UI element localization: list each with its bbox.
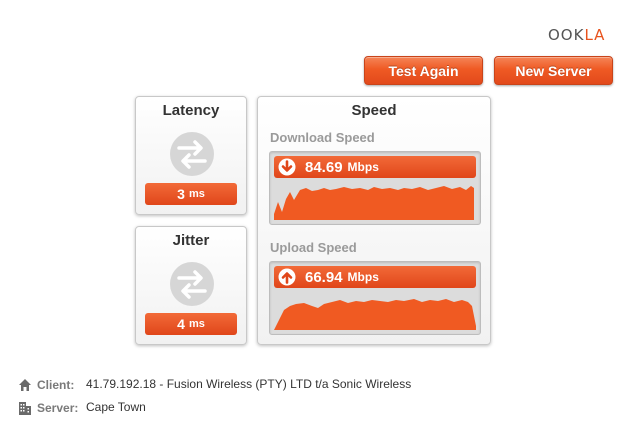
- latency-title: Latency: [162, 102, 220, 119]
- upload-graph: 66.94 Mbps: [269, 261, 481, 335]
- jitter-value-badge: 4 ms: [145, 313, 237, 335]
- upload-speed-graph: [274, 299, 476, 330]
- transfer-arrows-icon: [170, 262, 214, 306]
- jitter-value: 4: [177, 316, 185, 332]
- jitter-unit: ms: [188, 318, 205, 330]
- latency-panel: Latency 3 ms: [135, 96, 247, 215]
- download-unit: Mbps: [347, 160, 379, 174]
- download-speed-badge: 84.69 Mbps: [274, 156, 476, 178]
- home-icon: [19, 379, 31, 391]
- upload-value: 66.94: [305, 268, 343, 286]
- speed-panel: Speed Download Speed 84.69 Mbps Upload S…: [257, 96, 491, 345]
- server-label: Server:: [37, 401, 79, 415]
- ookla-logo: OOKLA: [548, 26, 606, 44]
- client-info: Client: 41.79.192.18 - Fusion Wireless (…: [18, 378, 416, 392]
- client-value: 41.79.192.18 - Fusion Wireless (PTY) LTD…: [86, 378, 412, 392]
- upload-unit: Mbps: [347, 270, 379, 284]
- download-value: 84.69: [305, 158, 343, 176]
- download-speed-graph: [274, 186, 474, 220]
- server-value: Cape Town: [86, 400, 146, 414]
- client-label: Client:: [37, 378, 75, 392]
- jitter-title: Jitter: [172, 232, 210, 249]
- speed-title: Speed: [351, 102, 397, 119]
- latency-value-badge: 3 ms: [145, 183, 237, 205]
- download-label: Download Speed: [270, 130, 375, 145]
- upload-label: Upload Speed: [270, 240, 357, 255]
- jitter-panel: Jitter 4 ms: [135, 226, 247, 345]
- latency-unit: ms: [188, 188, 205, 200]
- upload-arrow-icon: [278, 268, 296, 286]
- download-arrow-icon: [278, 158, 296, 176]
- transfer-arrows-icon: [170, 132, 214, 176]
- building-icon: [19, 402, 31, 415]
- download-graph: 84.69 Mbps: [269, 151, 481, 225]
- upload-speed-badge: 66.94 Mbps: [274, 266, 476, 288]
- new-server-button[interactable]: New Server: [494, 56, 613, 85]
- latency-value: 3: [177, 186, 185, 202]
- server-info: Server: Cape Town: [18, 401, 416, 415]
- test-again-button[interactable]: Test Again: [364, 56, 483, 85]
